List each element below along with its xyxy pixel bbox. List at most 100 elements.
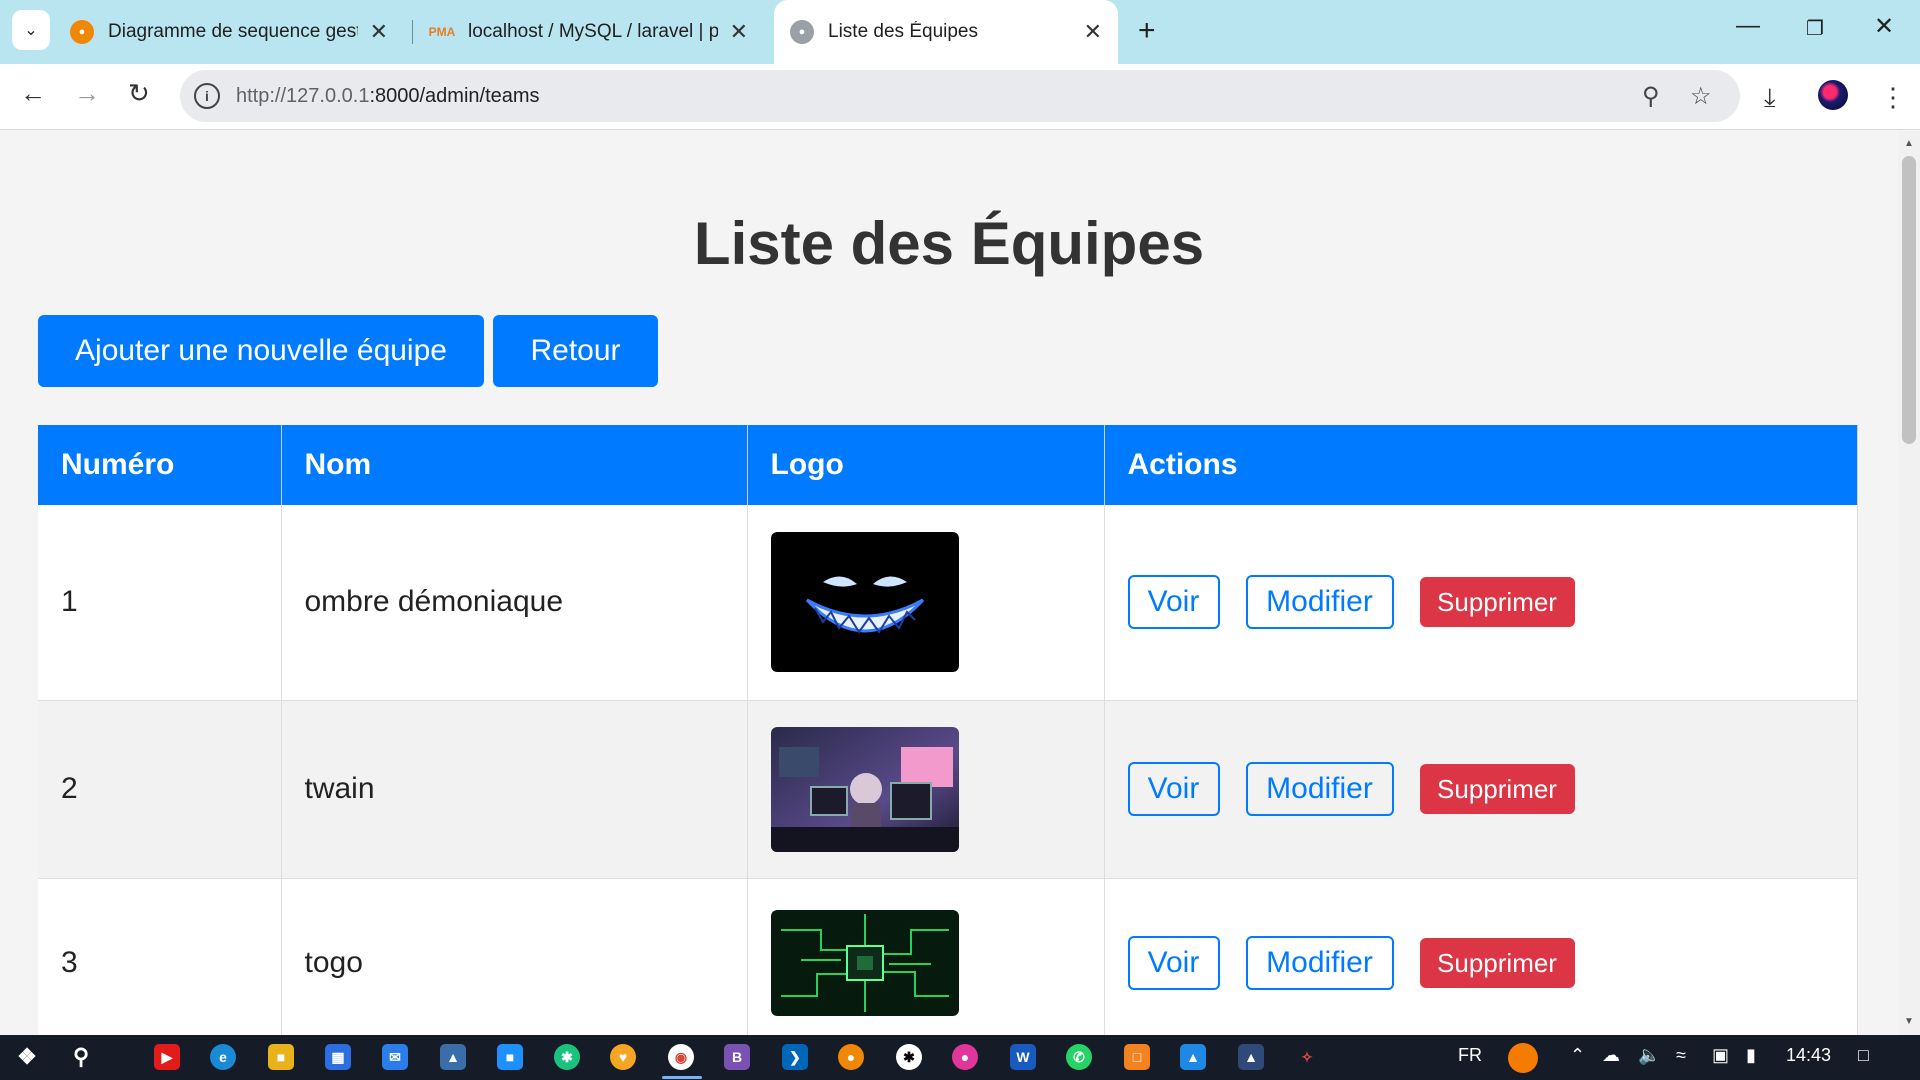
back-button[interactable]: Retour <box>493 315 658 387</box>
chatgpt-icon[interactable]: ✱ <box>554 1044 580 1070</box>
tab-diagramme[interactable]: ● Diagramme de sequence gestio ✕ <box>54 0 404 64</box>
app-icon[interactable]: ▲ <box>440 1044 466 1070</box>
anime-hacker-logo <box>770 726 959 852</box>
browser-toolbar: ← → ↻ i http://127.0.0.1:8000/admin/team… <box>0 64 1920 130</box>
actions-cell: Voir Modifier Supprimer <box>1104 700 1858 879</box>
view-button[interactable]: Voir <box>1127 575 1220 630</box>
back-arrow-icon[interactable]: ← <box>20 78 46 109</box>
team-name: ombre démoniaque <box>281 505 748 701</box>
bookmark-star-icon[interactable]: ☆ <box>1690 82 1712 111</box>
browser-tab-bar: ⌄ ● Diagramme de sequence gestio ✕ PMA l… <box>0 0 1920 64</box>
edge-icon[interactable]: e <box>210 1044 236 1070</box>
page-title: Liste des Équipes <box>693 210 1205 277</box>
tray-chevron-up-icon[interactable]: ⌃ <box>1570 1045 1585 1066</box>
close-tab-icon[interactable]: ✕ <box>1084 19 1102 45</box>
close-window-icon[interactable]: ✕ <box>1874 12 1894 41</box>
youtube-icon[interactable]: ▶ <box>154 1044 180 1070</box>
app-pink-icon[interactable]: ● <box>952 1044 978 1070</box>
whatsapp-icon[interactable]: ✆ <box>1066 1044 1092 1070</box>
close-tab-icon[interactable]: ✕ <box>370 19 388 45</box>
team-name: togo <box>281 878 748 1035</box>
scrollbar-thumb[interactable] <box>1902 156 1916 444</box>
active-app-indicator <box>662 1076 702 1079</box>
drawio-taskbar-icon[interactable]: ● <box>838 1044 864 1070</box>
mail-icon[interactable]: ✉ <box>382 1044 408 1070</box>
bootstrap-icon[interactable]: B <box>724 1044 750 1070</box>
table-row: 3 togo Voir Modifier Supprimer <box>38 878 1858 1035</box>
drawio-icon: ● <box>70 20 94 44</box>
forward-arrow-icon[interactable]: → <box>74 78 100 109</box>
restore-icon[interactable]: ❐ <box>1806 16 1824 41</box>
windows-start-icon[interactable]: ❖ <box>14 1044 40 1070</box>
notification-icon[interactable]: □ <box>1858 1045 1869 1066</box>
edit-button[interactable]: Modifier <box>1245 936 1394 990</box>
add-team-button[interactable]: Ajouter une nouvelle équipe <box>38 315 484 387</box>
edit-button[interactable]: Modifier <box>1245 575 1394 630</box>
store-icon[interactable]: ▦ <box>325 1044 351 1070</box>
view-button[interactable]: Voir <box>1127 936 1220 990</box>
weather-icon[interactable] <box>1508 1043 1538 1073</box>
photos-icon[interactable]: ▲ <box>1180 1044 1206 1070</box>
windows-taskbar: ❖ ⚲ ▶ e ■ ▦ ✉ ▲ ■ ✱ ♥ ◉ B ❯ ● ✱ ● W ✆ □ … <box>0 1035 1920 1080</box>
brave-icon[interactable]: ♥ <box>610 1044 636 1070</box>
site-info-icon[interactable]: i <box>194 83 220 109</box>
column-header-actions: Actions <box>1104 425 1858 505</box>
column-header-logo: Logo <box>747 425 1105 505</box>
language-indicator[interactable]: FR <box>1458 1045 1482 1066</box>
team-name: twain <box>281 700 748 879</box>
tab-search-button[interactable]: ⌄ <box>12 10 50 50</box>
team-logo-cell <box>747 878 1105 1035</box>
wifi-icon[interactable]: ≈ <box>1676 1045 1686 1066</box>
battery-icon[interactable]: ▮ <box>1746 1045 1756 1066</box>
app-blue-icon[interactable]: ■ <box>497 1044 523 1070</box>
page-viewport: Liste des Équipes Ajouter une nouvelle é… <box>0 131 1898 1035</box>
search-icon[interactable]: ⚲ <box>68 1044 94 1070</box>
actions-cell: Voir Modifier Supprimer <box>1104 878 1858 1035</box>
clock[interactable]: 14:43 <box>1786 1045 1831 1066</box>
tab-phpmyadmin[interactable]: PMA localhost / MySQL / laravel | ph ✕ <box>414 0 764 64</box>
menu-kebab-icon[interactable]: ⋮ <box>1880 82 1906 113</box>
scroll-up-icon[interactable]: ▲ <box>1904 138 1914 149</box>
new-tab-button[interactable]: + <box>1138 14 1156 48</box>
view-button[interactable]: Voir <box>1127 762 1220 816</box>
camera-icon[interactable]: ▣ <box>1712 1045 1729 1066</box>
team-number: 2 <box>38 700 282 879</box>
actions-cell: Voir Modifier Supprimer <box>1104 505 1858 701</box>
address-bar[interactable]: i http://127.0.0.1:8000/admin/teams ⚲ ☆ <box>180 70 1740 122</box>
url-text[interactable]: http://127.0.0.1:8000/admin/teams <box>236 85 540 108</box>
globe-icon: ● <box>790 20 814 44</box>
vscode-icon[interactable]: ❯ <box>782 1044 808 1070</box>
edit-button[interactable]: Modifier <box>1245 762 1394 816</box>
delete-button[interactable]: Supprimer <box>1419 938 1575 988</box>
team-number: 1 <box>38 505 282 701</box>
app-red-icon[interactable]: ✧ <box>1294 1044 1320 1070</box>
minimize-icon[interactable]: — <box>1736 12 1760 40</box>
table-row: 1 ombre démoniaque Voir Modifier Supprim… <box>38 505 1858 701</box>
download-icon[interactable]: ⤓ <box>1764 82 1776 114</box>
tab-liste-equipes[interactable]: ● Liste des Équipes ✕ <box>774 0 1118 64</box>
file-explorer-icon[interactable]: ■ <box>268 1044 294 1070</box>
team-logo-cell <box>747 505 1105 701</box>
word-icon[interactable]: W <box>1010 1044 1036 1070</box>
onedrive-icon[interactable]: ☁ <box>1602 1045 1620 1066</box>
close-tab-icon[interactable]: ✕ <box>730 19 748 45</box>
scroll-down-icon[interactable]: ▼ <box>1904 1016 1914 1027</box>
team-logo-cell <box>747 700 1105 879</box>
column-header-numero: Numéro <box>38 425 282 505</box>
teams-table: Numéro Nom Logo Actions 1 ombre démoniaq… <box>38 425 1858 1035</box>
chrome-icon[interactable]: ◉ <box>668 1044 694 1070</box>
delete-button[interactable]: Supprimer <box>1419 577 1575 628</box>
circuit-board-logo <box>770 910 959 1016</box>
app-navy-icon[interactable]: ▲ <box>1238 1044 1264 1070</box>
column-header-nom: Nom <box>281 425 748 505</box>
volume-icon[interactable]: 🔈 <box>1638 1045 1660 1066</box>
openai-icon[interactable]: ✱ <box>896 1044 922 1070</box>
reload-icon[interactable]: ↻ <box>128 78 150 109</box>
app-orange-icon[interactable]: □ <box>1124 1044 1150 1070</box>
tab-separator <box>412 20 413 44</box>
zoom-icon[interactable]: ⚲ <box>1642 82 1660 111</box>
demon-smile-logo <box>770 532 959 673</box>
phpmyadmin-icon: PMA <box>428 25 456 39</box>
profile-avatar[interactable] <box>1818 80 1848 110</box>
delete-button[interactable]: Supprimer <box>1419 764 1575 814</box>
